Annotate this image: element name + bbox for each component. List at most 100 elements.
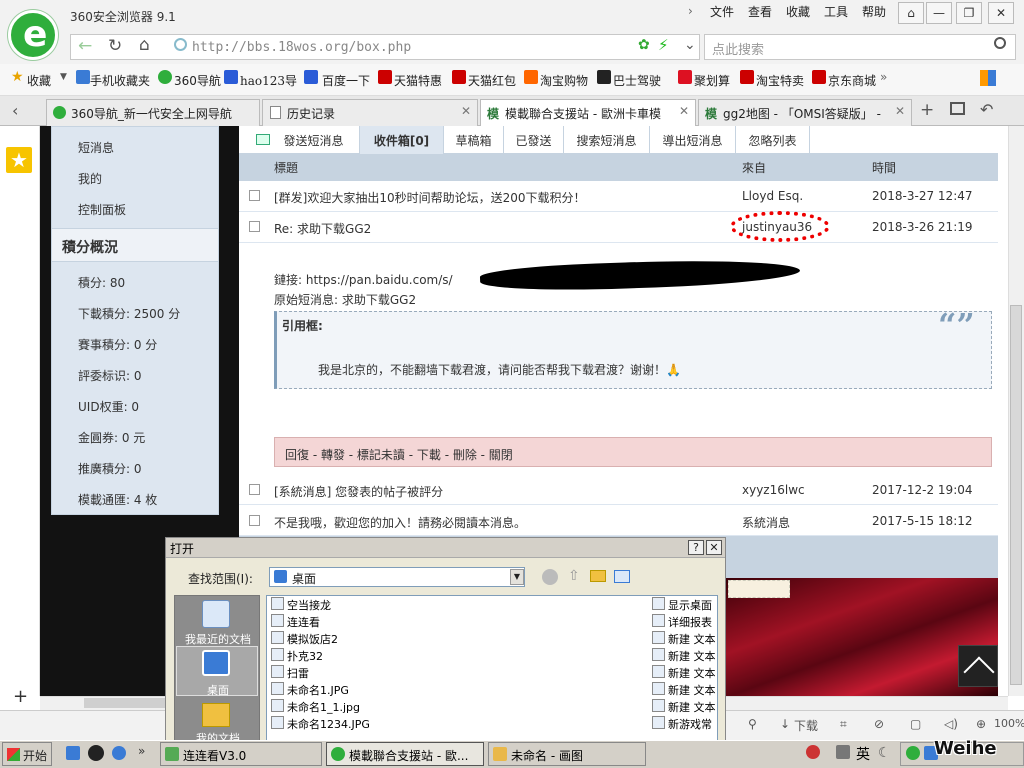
up-folder-icon[interactable]: ⇧: [568, 568, 580, 584]
home-icon[interactable]: ⌂: [139, 35, 150, 55]
file-item[interactable]: 连连看: [287, 614, 320, 630]
sound-icon[interactable]: ◁): [944, 717, 958, 731]
fav-tmall-deals[interactable]: 天猫特惠: [394, 72, 442, 89]
tab-scroll-left-icon[interactable]: ‹: [12, 101, 18, 120]
pm-tab-inbox[interactable]: 收件箱[0]: [360, 126, 444, 154]
task-browser[interactable]: 模載聯合支援站 - 歐...: [326, 742, 484, 766]
maximize-button[interactable]: ❐: [956, 2, 982, 24]
dialog-help-button[interactable]: ?: [688, 540, 704, 555]
window-icon[interactable]: ▢: [910, 717, 921, 731]
ime-indicator[interactable]: 英: [856, 744, 870, 764]
fav-taobao[interactable]: 淘宝购物: [540, 72, 588, 89]
message-action-links[interactable]: 回復 - 轉發 - 標記未讀 - 下載 - 刪除 - 關閉: [285, 446, 513, 463]
fav-jd[interactable]: 京东商城: [828, 72, 876, 89]
tab-list-icon[interactable]: [950, 102, 965, 115]
message-from[interactable]: Lloyd Esq.: [742, 189, 803, 203]
fav-tmall-red[interactable]: 天猫红包: [468, 72, 516, 89]
undo-close-icon[interactable]: ↶: [980, 100, 993, 119]
message-title[interactable]: Re: 求助下载GG2: [274, 220, 371, 237]
zoom-level[interactable]: 100%: [994, 717, 1024, 730]
link-mine[interactable]: 我的: [78, 170, 102, 187]
tray-app-icon[interactable]: [806, 745, 820, 759]
menu-favorites[interactable]: 收藏: [786, 3, 810, 20]
show-desktop-icon[interactable]: [66, 746, 80, 760]
download-icon[interactable]: ↓: [780, 717, 790, 731]
tab-gg2[interactable]: 模 gg2地图 - 「OMSI答疑版」 - ✕: [698, 99, 912, 126]
link-pm[interactable]: 短消息: [78, 139, 114, 156]
browser-logo-icon[interactable]: [8, 10, 58, 60]
back-icon[interactable]: ←: [78, 36, 92, 56]
tab-close-icon[interactable]: ✕: [461, 104, 471, 118]
fav-360nav[interactable]: 360导航: [174, 72, 221, 89]
quicklaunch-more-icon[interactable]: »: [138, 744, 145, 758]
clean-icon[interactable]: ⊘: [874, 717, 884, 731]
pm-tab-sent[interactable]: 已發送: [504, 126, 564, 154]
message-from[interactable]: 系統消息: [742, 514, 790, 531]
pm-tab-search[interactable]: 搜索短消息: [564, 126, 650, 154]
url-text[interactable]: http://bbs.18wos.org/box.php: [192, 40, 411, 55]
file-item[interactable]: 扑克32: [287, 648, 323, 664]
360-tray-icon[interactable]: [906, 746, 920, 760]
menu-view[interactable]: 查看: [748, 3, 772, 20]
dialog-title-bar[interactable]: [166, 538, 725, 558]
tab-close-icon[interactable]: ✕: [679, 104, 689, 118]
favorites-star-icon[interactable]: ★: [6, 147, 32, 173]
pm-tab-drafts[interactable]: 草稿箱: [444, 126, 504, 154]
zoom-icon[interactable]: ⊕: [976, 717, 986, 731]
screenshot-icon[interactable]: ⌗: [840, 717, 847, 732]
select-arrow-icon[interactable]: ▼: [510, 569, 524, 585]
download-label[interactable]: 下载: [794, 717, 818, 734]
file-item[interactable]: 扫雷: [287, 665, 309, 681]
speed-icon[interactable]: ⚡: [658, 36, 669, 54]
row-checkbox[interactable]: [249, 484, 260, 495]
row-checkbox[interactable]: [249, 221, 260, 232]
fav-hao123[interactable]: hao123导: [240, 72, 297, 89]
fav-baidu[interactable]: 百度一下: [322, 72, 370, 89]
chevron-right-icon[interactable]: ›: [688, 4, 693, 18]
fav-juhuasuan[interactable]: 聚划算: [694, 72, 730, 89]
dropdown-icon[interactable]: ▼: [60, 72, 67, 82]
task-paint[interactable]: 未命名 - 画图: [488, 742, 646, 766]
row-checkbox[interactable]: [249, 515, 260, 526]
file-item[interactable]: 未命名1_1.jpg: [287, 699, 360, 715]
dialog-close-button[interactable]: ✕: [706, 540, 722, 555]
file-item[interactable]: 新建 文本: [668, 682, 716, 698]
view-menu-icon[interactable]: [614, 570, 630, 583]
tray-app-icon[interactable]: [836, 745, 850, 759]
apps-icon[interactable]: [980, 70, 996, 86]
file-item[interactable]: 新建 文本: [668, 648, 716, 664]
chevron-down-icon[interactable]: ⌄: [684, 37, 696, 53]
message-title[interactable]: [群发]欢迎大家抽出10秒时间帮助论坛，送200下载积分！: [274, 189, 586, 206]
vertical-scroll-thumb[interactable]: [1010, 305, 1022, 685]
message-from[interactable]: xyyz16lwc: [742, 483, 805, 497]
fav-bus[interactable]: 巴士驾驶: [613, 72, 661, 89]
place-recent[interactable]: 我最近的文档: [178, 631, 258, 647]
file-item[interactable]: 未命名1.JPG: [287, 682, 349, 698]
task-lianliankan[interactable]: 连连看V3.0: [160, 742, 322, 766]
qq-icon[interactable]: [88, 745, 104, 761]
tab-close-icon[interactable]: ✕: [895, 104, 905, 118]
file-item[interactable]: 空当接龙: [287, 597, 331, 613]
refresh-icon[interactable]: ↻: [108, 36, 122, 56]
place-desktop[interactable]: 桌面: [178, 682, 258, 698]
sidebar-add-icon[interactable]: +: [13, 686, 28, 707]
security-icon[interactable]: ✿: [638, 37, 650, 53]
back-icon[interactable]: [542, 569, 558, 585]
pm-tab-export[interactable]: 導出短消息: [650, 126, 736, 154]
file-item[interactable]: 模拟饭店2: [287, 631, 338, 647]
fav-taobao-sale[interactable]: 淘宝特卖: [756, 72, 804, 89]
message-title[interactable]: [系統消息] 您發表的帖子被評分: [274, 483, 443, 500]
tab-forum[interactable]: 模 模載聯合支援站 - 歐洲卡車模 ✕: [480, 99, 696, 126]
menu-tools[interactable]: 工具: [824, 3, 848, 20]
search-icon[interactable]: [994, 37, 1006, 49]
file-item[interactable]: 新建 文本: [668, 631, 716, 647]
pm-tab-send[interactable]: 發送短消息: [250, 126, 360, 154]
pin-icon[interactable]: ⚲: [748, 717, 757, 731]
row-checkbox[interactable]: [249, 190, 260, 201]
start-button[interactable]: 开始: [2, 742, 52, 766]
tab-history[interactable]: 历史记录 ✕: [262, 99, 478, 126]
message-title[interactable]: 不是我哦，歡迎您的加入！請務必閱讀本消息。: [274, 514, 526, 531]
new-folder-icon[interactable]: [590, 570, 606, 582]
message-link[interactable]: 鏈接: https://pan.baidu.com/s/: [274, 271, 453, 288]
close-button[interactable]: ✕: [988, 2, 1014, 24]
